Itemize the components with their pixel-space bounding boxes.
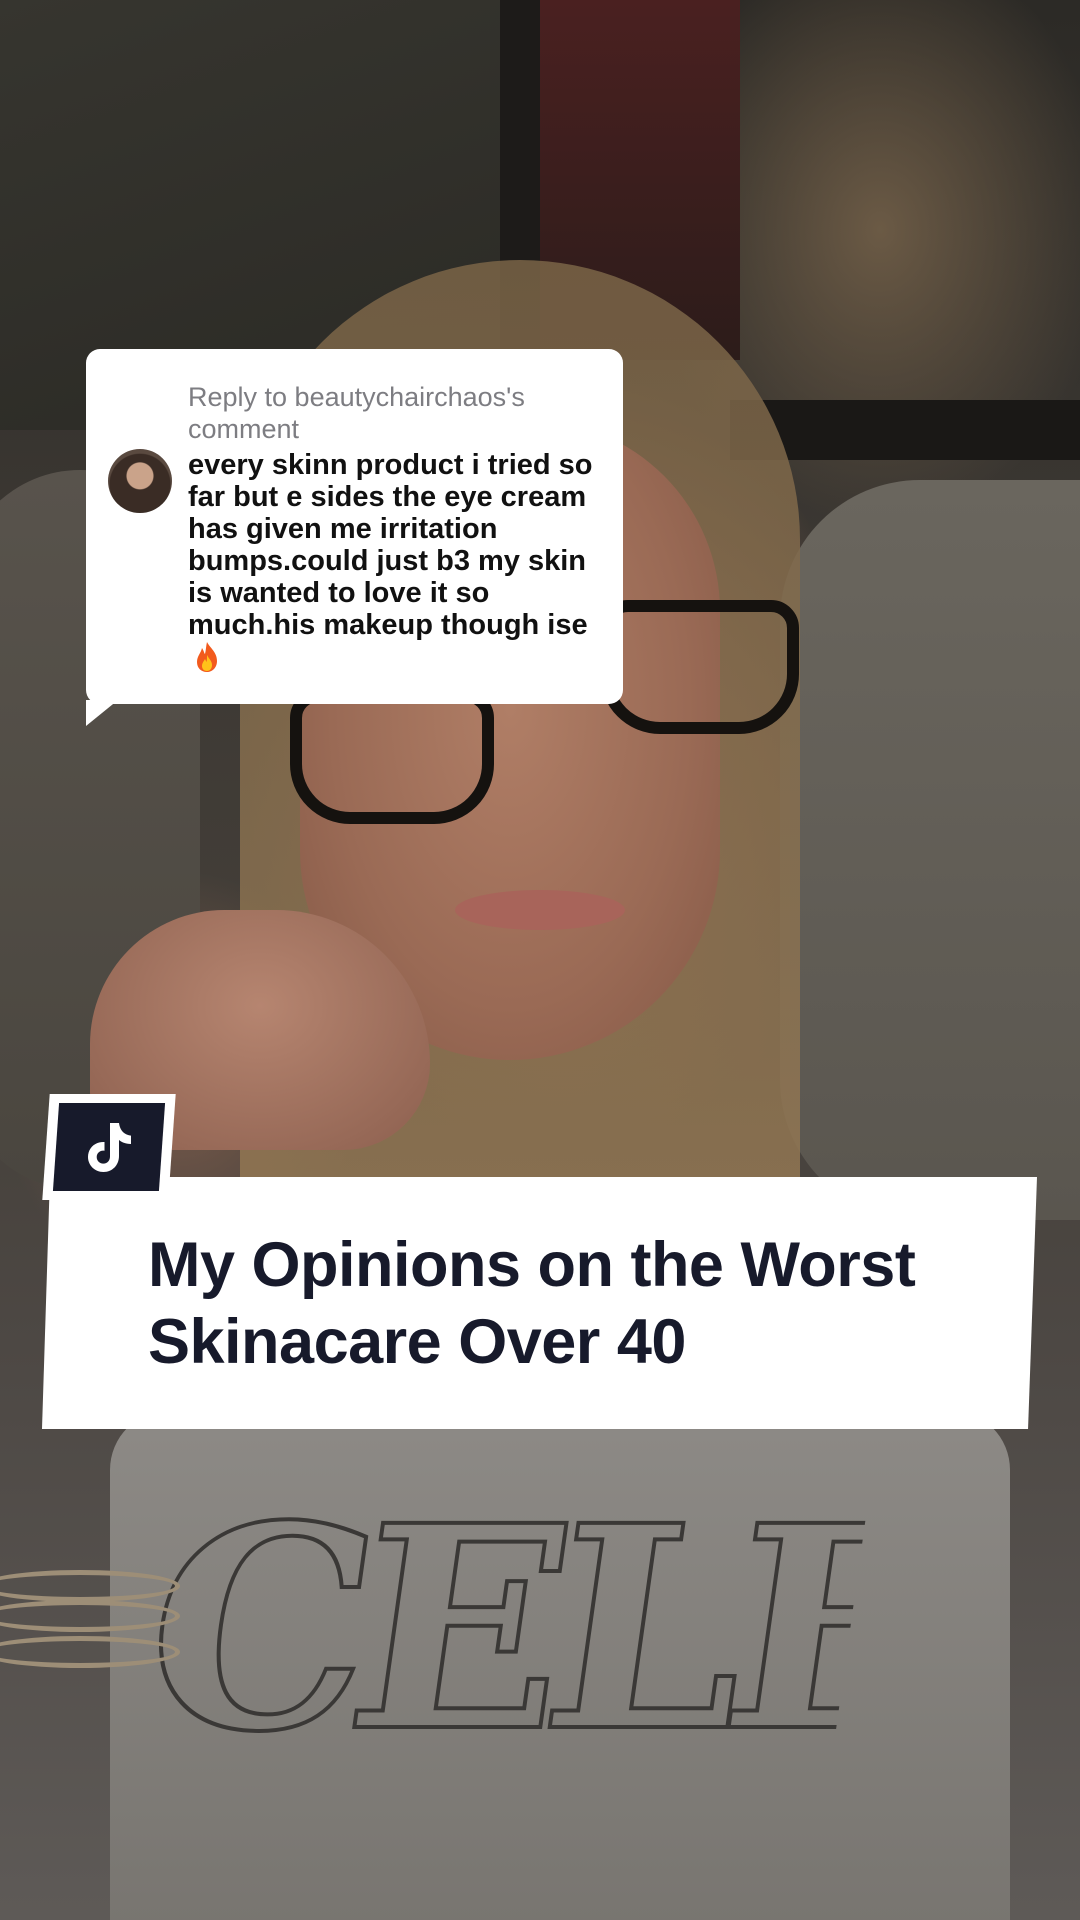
pillow-right (780, 480, 1080, 1220)
shirt-graphic: CELEB (125, 1463, 876, 1796)
title-card: My Opinions on the Worst Skinacare Over … (42, 1177, 1037, 1429)
glasses-left-lens (290, 690, 494, 824)
video-title: My Opinions on the Worst Skinacare Over … (148, 1230, 916, 1377)
reply-bubble-tail (86, 700, 118, 726)
reply-comment-sticker[interactable]: Reply to beautychairchaos's comment ever… (86, 349, 623, 704)
commenter-avatar (108, 449, 172, 513)
reply-header: Reply to beautychairchaos's comment (188, 382, 525, 444)
person-lips (455, 890, 625, 930)
video-stage[interactable]: CELEB Reply to beautychairchaos's commen… (0, 0, 1080, 1920)
bracelet (0, 1570, 180, 1602)
reply-comment-text: every skinn product i tried so far but e… (188, 449, 593, 641)
tiktok-badge (42, 1094, 176, 1200)
bracelet (0, 1600, 180, 1632)
bracelets (0, 1570, 180, 1740)
tiktok-badge-inner (52, 1103, 166, 1191)
glasses-right-lens (600, 600, 799, 734)
video-frame: CELEB (0, 0, 1080, 1920)
bracelet (0, 1636, 180, 1668)
reply-comment-text-wrap: every skinn product i tried so far but e… (188, 449, 601, 674)
fire-icon (194, 641, 220, 673)
tiktok-logo-icon (88, 1123, 131, 1172)
